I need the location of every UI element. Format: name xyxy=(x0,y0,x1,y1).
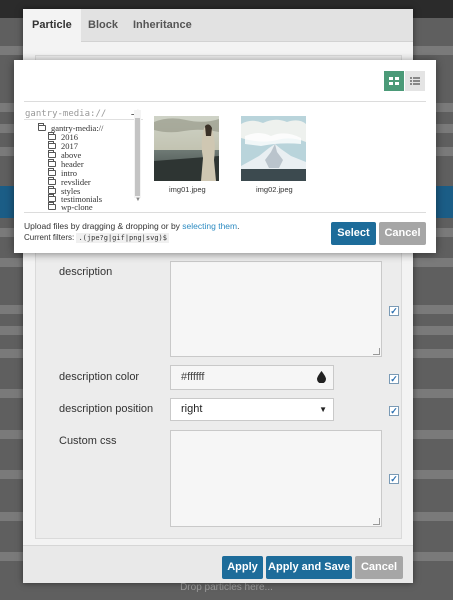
upload-text-end: . xyxy=(237,221,240,231)
apply-button[interactable]: Apply xyxy=(222,556,263,579)
tree-item-2017[interactable]: 2017 xyxy=(24,141,134,151)
media-picker-modal: gantry-media:// – gantry-media:// 2016 2… xyxy=(14,60,436,253)
tree-scrollbar[interactable] xyxy=(134,110,141,198)
tree-item-header[interactable]: header xyxy=(24,159,134,169)
apply-and-save-button[interactable]: Apply and Save xyxy=(266,556,352,579)
tree-item-above[interactable]: above xyxy=(24,150,134,160)
select-files-link[interactable]: selecting them xyxy=(182,221,237,231)
upload-text: Upload files by dragging & dropping or b… xyxy=(24,221,183,231)
folder-tree: gantry-media:// – gantry-media:// 2016 2… xyxy=(24,108,143,202)
color-picker-icon[interactable] xyxy=(317,371,326,383)
scrollbar-thumb[interactable] xyxy=(135,118,140,196)
folder-icon xyxy=(48,168,56,176)
tab-particle[interactable]: Particle xyxy=(23,9,81,42)
folder-icon xyxy=(48,141,56,149)
description-color-label: description color xyxy=(59,371,140,383)
description-position-label: description position xyxy=(59,403,154,415)
tree-item-2016[interactable]: 2016 xyxy=(24,132,134,142)
folder-icon xyxy=(48,150,56,158)
folder-icon xyxy=(48,202,56,210)
tab-inheritance[interactable]: Inheritance xyxy=(124,9,201,42)
custom-css-override-checkbox[interactable]: ✓ xyxy=(389,474,399,484)
file-name-img02: img02.jpeg xyxy=(256,185,293,194)
tree-item-intro[interactable]: intro xyxy=(24,168,134,178)
select-button[interactable]: Select xyxy=(331,222,376,245)
description-color-value: #ffffff xyxy=(181,371,205,383)
description-override-checkbox[interactable]: ✓ xyxy=(389,306,399,316)
tree-item-wp-clone[interactable]: wp-clone xyxy=(24,202,134,212)
description-label: description xyxy=(59,266,113,278)
image-thumbnail xyxy=(154,116,219,181)
file-thumbnail-img01[interactable] xyxy=(154,116,219,181)
tab-block[interactable]: Block xyxy=(79,9,127,42)
resize-grip-icon[interactable] xyxy=(373,518,380,525)
folder-icon xyxy=(48,132,56,140)
upload-instructions: Upload files by dragging & dropping or b… xyxy=(24,221,239,231)
custom-css-label: Custom css xyxy=(59,435,117,447)
scroll-down-icon[interactable]: ▼ xyxy=(135,197,141,203)
filters-value: .(jpe?g|gif|png|svg)$ xyxy=(76,233,169,243)
drop-particles-hint: Drop particles here... xyxy=(180,582,273,593)
tree-root-path: gantry-media:// xyxy=(25,109,107,119)
file-thumbnail-img02[interactable] xyxy=(241,116,306,181)
description-position-override-checkbox[interactable]: ✓ xyxy=(389,406,399,416)
tree-item-testimonials[interactable]: testimonials xyxy=(24,194,134,202)
custom-css-textarea[interactable] xyxy=(170,430,382,527)
chevron-down-icon: ▼ xyxy=(319,405,327,414)
description-position-value: right xyxy=(181,403,203,415)
modal-footer: Apply Apply and Save Cancel xyxy=(23,545,413,583)
resize-grip-icon[interactable] xyxy=(373,348,380,355)
list-view-button[interactable] xyxy=(405,71,425,91)
tree-item-revslider[interactable]: revslider xyxy=(24,177,134,187)
list-icon xyxy=(410,77,420,85)
grid-view-button[interactable] xyxy=(384,71,404,91)
filters-label: Current filters: xyxy=(24,233,75,242)
header-divider xyxy=(24,101,426,102)
image-thumbnail xyxy=(241,116,306,181)
folder-icon xyxy=(48,177,56,185)
modal-tabs: Particle Block Inheritance xyxy=(23,9,413,42)
description-color-override-checkbox[interactable]: ✓ xyxy=(389,374,399,384)
current-filters: Current filters: .(jpe?g|gif|png|svg)$ xyxy=(24,233,169,243)
description-textarea[interactable] xyxy=(170,261,382,357)
cancel-button[interactable]: Cancel xyxy=(355,556,403,579)
folder-open-icon xyxy=(38,123,46,131)
grid-icon xyxy=(389,77,399,85)
tree-divider xyxy=(24,119,143,120)
description-color-input[interactable]: #ffffff xyxy=(170,365,334,390)
picker-cancel-button[interactable]: Cancel xyxy=(379,222,426,245)
file-name-img01: img01.jpeg xyxy=(169,185,206,194)
folder-icon xyxy=(48,159,56,167)
description-position-select[interactable]: right ▼ xyxy=(170,398,334,421)
footer-divider xyxy=(24,212,426,213)
